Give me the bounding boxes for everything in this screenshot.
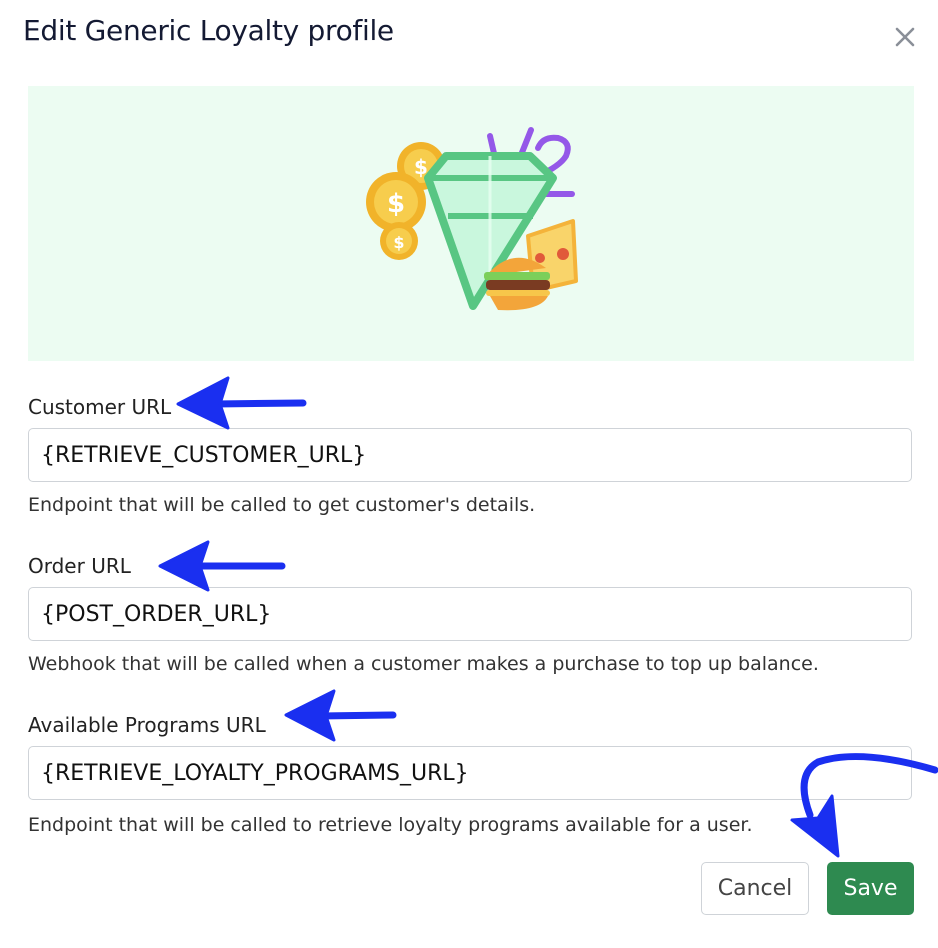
save-button[interactable]: Save [827,862,914,915]
programs-url-label: Available Programs URL [28,713,266,737]
arrow-icon [284,689,397,742]
svg-text:$: $ [387,189,405,219]
customer-url-help: Endpoint that will be called to get cust… [28,494,536,516]
customer-url-input[interactable] [28,428,912,482]
arrow-icon [176,376,307,430]
hero-banner: $ $ $ [28,86,914,361]
order-url-label: Order URL [28,554,131,578]
order-url-help: Webhook that will be called when a custo… [28,653,819,675]
close-icon[interactable] [890,22,920,52]
customer-url-label: Customer URL [28,395,172,419]
svg-text:$: $ [393,233,404,252]
cancel-button[interactable]: Cancel [701,862,809,915]
arrow-icon [158,540,286,592]
programs-url-input[interactable] [28,746,912,800]
programs-url-help: Endpoint that will be called to retrieve… [28,814,753,836]
dialog-title: Edit Generic Loyalty profile [23,14,394,47]
coin-icon: $ [380,222,418,260]
loyalty-illustration: $ $ $ [366,127,578,311]
order-url-input[interactable] [28,587,912,641]
